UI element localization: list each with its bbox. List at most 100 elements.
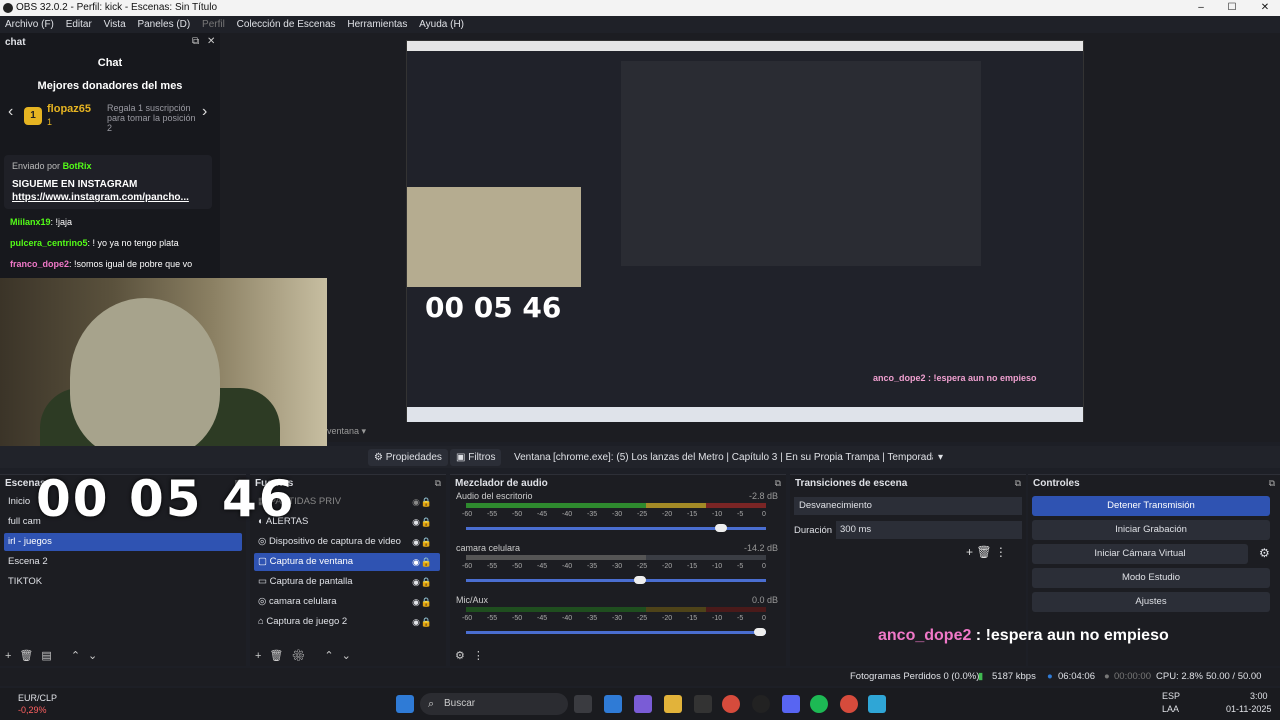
slider-knob[interactable] <box>715 524 727 532</box>
spotify-icon[interactable] <box>810 695 828 713</box>
eye-icon[interactable]: ◉ <box>412 533 420 551</box>
source-item[interactable]: ▭ Captura de pantalla ◉ 🔒 <box>254 573 440 591</box>
close-button[interactable]: ✕ <box>1250 0 1280 16</box>
menu-herramientas[interactable]: Herramientas <box>347 19 407 30</box>
scene-item[interactable]: Escena 2 <box>4 553 242 571</box>
store-icon[interactable] <box>604 695 622 713</box>
explorer-icon[interactable] <box>664 695 682 713</box>
lock-icon[interactable]: 🔒 <box>421 573 432 591</box>
volume-slider[interactable] <box>466 628 766 636</box>
volume-slider[interactable] <box>466 576 766 584</box>
mixer-actions[interactable]: ⚙⋮ <box>455 649 492 662</box>
source-item[interactable]: ⌂ Captura de juego 2 ◉ 🔒 <box>254 613 440 631</box>
window-label-text: Ventana <box>514 452 551 463</box>
eye-icon[interactable]: ◉ <box>412 573 420 591</box>
ticker-name: EUR/CLP <box>18 693 58 703</box>
stream-time: 06:04:06 <box>1058 671 1095 682</box>
lock-icon[interactable]: 🔒 <box>421 613 432 631</box>
transition-actions[interactable]: + 🗑 ⋮ <box>966 545 1007 559</box>
scene-item[interactable]: TIKTOK <box>4 573 242 591</box>
chat-dock: chat ⧉ ✕ Chat Mejores donadores del mes … <box>0 33 220 278</box>
chevron-down-icon[interactable]: ▾ <box>938 449 943 466</box>
menu-coleccion[interactable]: Colección de Escenas <box>237 19 336 30</box>
menu-ayuda[interactable]: Ayuda (H) <box>419 19 464 30</box>
virtual-camera-button[interactable]: Iniciar Cámara Virtual <box>1032 544 1248 564</box>
lock-icon[interactable]: 🔒 <box>421 593 432 611</box>
menu-editar[interactable]: Editar <box>66 19 92 30</box>
source-item[interactable]: ◎ Dispositivo de captura de video ◉ 🔒 <box>254 533 440 551</box>
search-box[interactable]: Buscar <box>420 693 568 715</box>
chevron-left-icon[interactable]: ‹ <box>8 103 13 121</box>
float-icon[interactable]: ⧉ <box>1269 478 1275 489</box>
obs-icon[interactable] <box>752 695 770 713</box>
scale-tick: -50 <box>512 563 523 570</box>
start-button[interactable] <box>396 695 414 713</box>
float-icon[interactable]: ⧉ <box>775 478 781 489</box>
studio-mode-button[interactable]: Modo Estudio <box>1032 568 1270 588</box>
transition-select[interactable]: Desvanecimiento <box>794 497 1022 515</box>
eye-icon[interactable]: ◉ <box>412 513 420 531</box>
gear-icon[interactable]: ⚙ <box>1259 546 1270 560</box>
eye-icon[interactable]: ◉ <box>412 593 420 611</box>
lang-bottom[interactable]: LAA <box>1162 704 1179 714</box>
scene-actions[interactable]: +🗑▤ ⌃⌄ <box>5 649 105 662</box>
dropped-frames: Fotogramas Perdidos 0 (0.0%) <box>850 671 980 682</box>
float-icon[interactable]: ⧉ <box>1015 478 1021 489</box>
lang-top[interactable]: ESP <box>1162 691 1180 701</box>
close-icon[interactable]: ✕ <box>207 36 215 47</box>
maximize-button[interactable]: ☐ <box>1217 0 1247 16</box>
window-select[interactable]: [chrome.exe]: (5) Los lanzas del Metro |… <box>553 449 933 466</box>
menu-vista[interactable]: Vista <box>104 19 126 30</box>
discord-icon[interactable] <box>782 695 800 713</box>
pinned-link[interactable]: https://www.instagram.com/pancho... <box>12 192 189 203</box>
scale-tick: -15 <box>687 511 698 518</box>
source-item-selected[interactable]: ▢ Captura de ventana ◉ 🔒 <box>254 553 440 571</box>
start-recording-button[interactable]: Iniciar Grabación <box>1032 520 1270 540</box>
eye-icon[interactable]: ◉ <box>412 493 420 511</box>
menu-paneles[interactable]: Paneles (D) <box>137 19 190 30</box>
eye-icon[interactable]: ◉ <box>412 553 420 571</box>
lock-icon[interactable]: 🔒 <box>421 553 432 571</box>
chrome-icon[interactable] <box>722 695 740 713</box>
slider-knob[interactable] <box>754 628 766 636</box>
scale-tick: -20 <box>662 511 673 518</box>
scale-tick: -60 <box>462 511 473 518</box>
chrome-profile-icon[interactable] <box>840 695 858 713</box>
volume-slider[interactable] <box>466 524 766 532</box>
task-view-icon[interactable] <box>574 695 592 713</box>
source-actions[interactable]: +🗑⚙ ⌃⌄ <box>255 649 359 662</box>
record-time: 00:00:00 <box>1114 671 1151 682</box>
slider-knob[interactable] <box>634 576 646 584</box>
scale-tick: -5 <box>737 615 744 622</box>
duration-input[interactable]: 300 ms <box>836 521 1022 539</box>
window-title: OBS 32.0.2 - Perfil: kick - Escenas: Sin… <box>16 2 218 13</box>
stop-stream-button[interactable]: Detener Transmisión <box>1032 496 1270 516</box>
settings-button[interactable]: Ajustes <box>1032 592 1270 612</box>
scale-tick: -15 <box>687 563 698 570</box>
scale-tick: -55 <box>487 563 498 570</box>
clock-time[interactable]: 3:00 <box>1250 691 1268 701</box>
menu-perfil[interactable]: Perfil <box>202 19 225 30</box>
scale-tick: -30 <box>612 511 623 518</box>
clock-date[interactable]: 01-11-2025 <box>1226 704 1271 714</box>
menu-archivo[interactable]: Archivo (F) <box>5 19 54 30</box>
donor-count: 1 <box>47 117 53 127</box>
eye-icon[interactable]: ◉ <box>412 613 420 631</box>
source-item[interactable]: ◎ camara celulara ◉ 🔒 <box>254 593 440 611</box>
minimize-button[interactable]: – <box>1186 0 1216 16</box>
lock-icon[interactable]: 🔒 <box>421 513 432 531</box>
captured-chat-overlay: anco_dope2 : !espera aun no empieso <box>873 373 1037 383</box>
filters-button[interactable]: ▣ Filtros <box>450 449 502 466</box>
epic-icon[interactable] <box>694 695 712 713</box>
chevron-right-icon[interactable]: › <box>202 103 207 121</box>
scale-tick: -60 <box>462 615 473 622</box>
float-icon[interactable]: ⧉ <box>435 478 441 489</box>
lock-icon[interactable]: 🔒 <box>421 533 432 551</box>
lock-icon[interactable]: 🔒 <box>421 493 432 511</box>
scale-tick: -45 <box>537 563 548 570</box>
copilot-icon[interactable] <box>634 695 652 713</box>
float-icon[interactable]: ⧉ <box>192 36 199 47</box>
scene-item-selected[interactable]: irl - juegos <box>4 533 242 551</box>
app-icon[interactable] <box>868 695 886 713</box>
properties-button[interactable]: ⚙ Propiedades <box>368 449 448 466</box>
